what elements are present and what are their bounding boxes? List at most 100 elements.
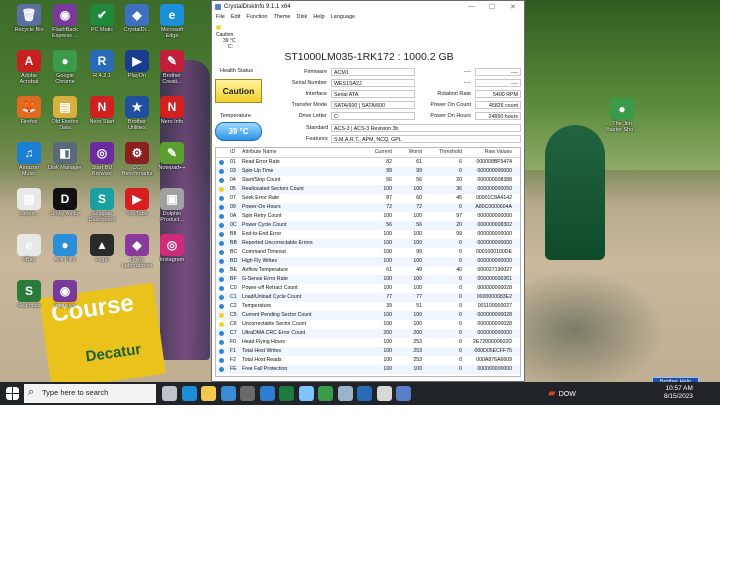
taskbar: ⌕ Type here to search ▰ DOW 10:57 AM 8/15… bbox=[0, 382, 720, 405]
disk-tab-c[interactable]: Caution 39 °C C: bbox=[216, 25, 240, 50]
desktop-icon[interactable]: ✎ Brother Creati... bbox=[150, 48, 194, 92]
smart-cell-worst: 61 bbox=[416, 159, 422, 165]
smart-cell-threshold: 0 bbox=[459, 294, 462, 300]
onedrive-icon[interactable] bbox=[337, 386, 353, 401]
smart-cell-worst: 77 bbox=[416, 294, 422, 300]
smart-column-header[interactable]: Current bbox=[375, 148, 392, 157]
table-row[interactable]: 07 Seek Error Rate 87 60 45 00001C8A4142 bbox=[216, 194, 520, 203]
table-row[interactable]: F1 Total Host Writes 100 253 0 000D05ECFF75 bbox=[216, 347, 520, 356]
table-row[interactable]: 03 Spin-Up Time 99 99 0 000000000000 bbox=[216, 167, 520, 176]
smart-cell-id: FE bbox=[230, 366, 237, 372]
smart-cell-worst: 253 bbox=[413, 339, 422, 345]
crystaldiskinfo-icon[interactable] bbox=[396, 386, 411, 401]
desktop-icon[interactable]: ◎ Instagram bbox=[150, 232, 194, 276]
app-icon: ◎ bbox=[160, 234, 184, 256]
table-row[interactable]: 01 Read Error Rate 82 61 6 000008BF5474 bbox=[216, 158, 520, 167]
smart-cell-threshold: 0 bbox=[459, 303, 462, 309]
weather-widget[interactable]: ▰ DOW bbox=[548, 388, 576, 399]
temperature-button[interactable]: 39 °C bbox=[215, 122, 262, 141]
edge-icon[interactable] bbox=[181, 386, 197, 401]
smart-cell-threshold: 0 bbox=[459, 339, 462, 345]
table-row[interactable]: FE Free Fall Protection 100 100 0 00000000000… bbox=[216, 365, 520, 374]
smart-cell-threshold: 45 bbox=[456, 195, 462, 201]
desktop-icon[interactable]: ◉ Inclusive bbox=[43, 278, 87, 322]
system-clock[interactable]: 10:57 AM 8/15/2023 bbox=[664, 385, 693, 401]
table-row[interactable]: C2 Temperature 39 51 0 001100000027 bbox=[216, 302, 520, 311]
menu-item[interactable]: Theme bbox=[273, 14, 290, 20]
table-row[interactable]: BF G-Sense Error Rate 100 100 0 000000000361 bbox=[216, 275, 520, 284]
smart-column-header[interactable]: ID bbox=[230, 148, 235, 157]
table-row[interactable]: F2 Total Host Reads 100 253 0 000A876A6609 bbox=[216, 356, 520, 365]
table-row[interactable]: 04 Start/Stop Count 56 56 20 000000008388 bbox=[216, 176, 520, 185]
smart-cell-raw: 000000000000 bbox=[477, 168, 512, 174]
table-row[interactable]: BB Reported Uncorrectable Errors 100 100 0 00… bbox=[216, 239, 520, 248]
crystaldiskinfo-window: CrystalDiskInfo 9.1.1 x64 — ☐ ✕ File Edit… bbox=[211, 0, 525, 382]
menu-item[interactable]: File bbox=[216, 14, 225, 20]
desktop-icon[interactable]: ✎ Notepad++ bbox=[150, 140, 194, 184]
smart-column-header[interactable]: Raw Values bbox=[485, 148, 512, 157]
status-dot-icon bbox=[219, 367, 224, 372]
calculator-icon[interactable] bbox=[240, 386, 255, 401]
smart-cell-id: BC bbox=[230, 249, 238, 255]
health-status-button[interactable]: Caution bbox=[215, 79, 262, 103]
file-explorer-icon[interactable] bbox=[201, 386, 216, 401]
table-row[interactable]: BD High Fly Writes 100 100 0 000000000000 bbox=[216, 257, 520, 266]
desktop-icon[interactable]: e Microsoft Edge bbox=[150, 2, 194, 46]
smart-cell-current: 100 bbox=[383, 366, 392, 372]
desktop-icon[interactable]: N Nero Info bbox=[150, 94, 194, 138]
smart-cell-current: 39 bbox=[386, 303, 392, 309]
table-row[interactable]: 0A Spin Retry Count 100 100 97 000000000000 bbox=[216, 212, 520, 221]
search-box[interactable]: ⌕ Type here to search bbox=[24, 384, 156, 403]
menu-item[interactable]: Edit bbox=[231, 14, 240, 20]
title-bar[interactable]: CrystalDiskInfo 9.1.1 x64 — ☐ ✕ bbox=[212, 1, 524, 14]
status-dot-icon bbox=[219, 205, 224, 210]
menu-item[interactable]: Language bbox=[331, 14, 355, 20]
menu-item[interactable]: Disk bbox=[297, 14, 308, 20]
smart-cell-threshold: 0 bbox=[459, 321, 462, 327]
info-label: Transfer Mode bbox=[291, 102, 327, 108]
desktop-icon[interactable]: ● The Jim Baxter Sho... bbox=[600, 96, 644, 140]
table-row[interactable]: F0 Head Flying Hours 100 253 0 2E7200000602D bbox=[216, 338, 520, 347]
menu-item[interactable]: Help bbox=[313, 14, 324, 20]
menu-item[interactable]: Function bbox=[246, 14, 267, 20]
smart-column-header[interactable]: Threshold bbox=[439, 148, 462, 157]
smart-cell-current: 56 bbox=[386, 222, 392, 228]
smart-cell-threshold: 6 bbox=[459, 159, 462, 165]
table-row[interactable]: BC Command Timeout 100 99 0 0001000100DE bbox=[216, 248, 520, 257]
excel-icon[interactable] bbox=[279, 386, 294, 401]
desktop-icon[interactable]: ▣ Dolphin Product... bbox=[150, 186, 194, 230]
table-row[interactable]: C0 Power-off Retract Count 100 100 0 00000000… bbox=[216, 284, 520, 293]
table-row[interactable]: 09 Power-On Hours 72 72 0 A80C0000604A bbox=[216, 203, 520, 212]
smart-cell-raw: 000000000028 bbox=[477, 285, 512, 291]
app-icon: S bbox=[17, 280, 41, 302]
table-row[interactable]: C6 Uncorrectable Sector Count 100 100 0 00000… bbox=[216, 320, 520, 329]
desktop-icon-label: Instagram bbox=[159, 257, 185, 263]
table-row[interactable]: C7 UltraDMA CRC Error Count 200 200 0 0000000… bbox=[216, 329, 520, 338]
store-icon[interactable] bbox=[259, 386, 275, 401]
photos-icon[interactable] bbox=[357, 386, 372, 401]
table-row[interactable]: B8 End-to-End Error 100 100 99 000000000000 bbox=[216, 230, 520, 239]
caution-dot-icon bbox=[216, 25, 221, 30]
search-icon: ⌕ bbox=[28, 386, 35, 398]
smart-cell-threshold: 0 bbox=[459, 366, 462, 372]
clock-date: 8/15/2023 bbox=[664, 393, 693, 400]
close-button[interactable]: ✕ bbox=[510, 3, 516, 11]
mail-icon[interactable] bbox=[220, 386, 236, 401]
minimize-button[interactable]: — bbox=[468, 3, 475, 10]
smart-column-header[interactable]: Attribute Name bbox=[242, 148, 277, 157]
chrome-icon[interactable] bbox=[318, 386, 333, 401]
settings-icon[interactable] bbox=[376, 386, 392, 401]
table-row[interactable]: 0C Power Cycle Count 56 56 20 000000008302 bbox=[216, 221, 520, 230]
app-icon: e bbox=[160, 4, 184, 26]
table-row[interactable]: 05 Reallocated Sectors Count 100 100 36 00000… bbox=[216, 185, 520, 194]
task-view-icon[interactable] bbox=[162, 386, 177, 401]
notepad-icon[interactable] bbox=[298, 386, 314, 401]
table-row[interactable]: C5 Current Pending Sector Count 100 100 0 000… bbox=[216, 311, 520, 320]
info-label: Firmware bbox=[304, 69, 327, 75]
smart-column-header[interactable]: Worst bbox=[409, 148, 422, 157]
table-row[interactable]: C1 Load/Unload Cycle Count 77 77 0 0000000083… bbox=[216, 293, 520, 302]
smart-cell-worst: 72 bbox=[416, 204, 422, 210]
maximize-button[interactable]: ☐ bbox=[489, 3, 495, 11]
start-button[interactable] bbox=[6, 387, 19, 400]
table-row[interactable]: BE Airflow Temperature 61 49 40 000027190027 bbox=[216, 266, 520, 275]
